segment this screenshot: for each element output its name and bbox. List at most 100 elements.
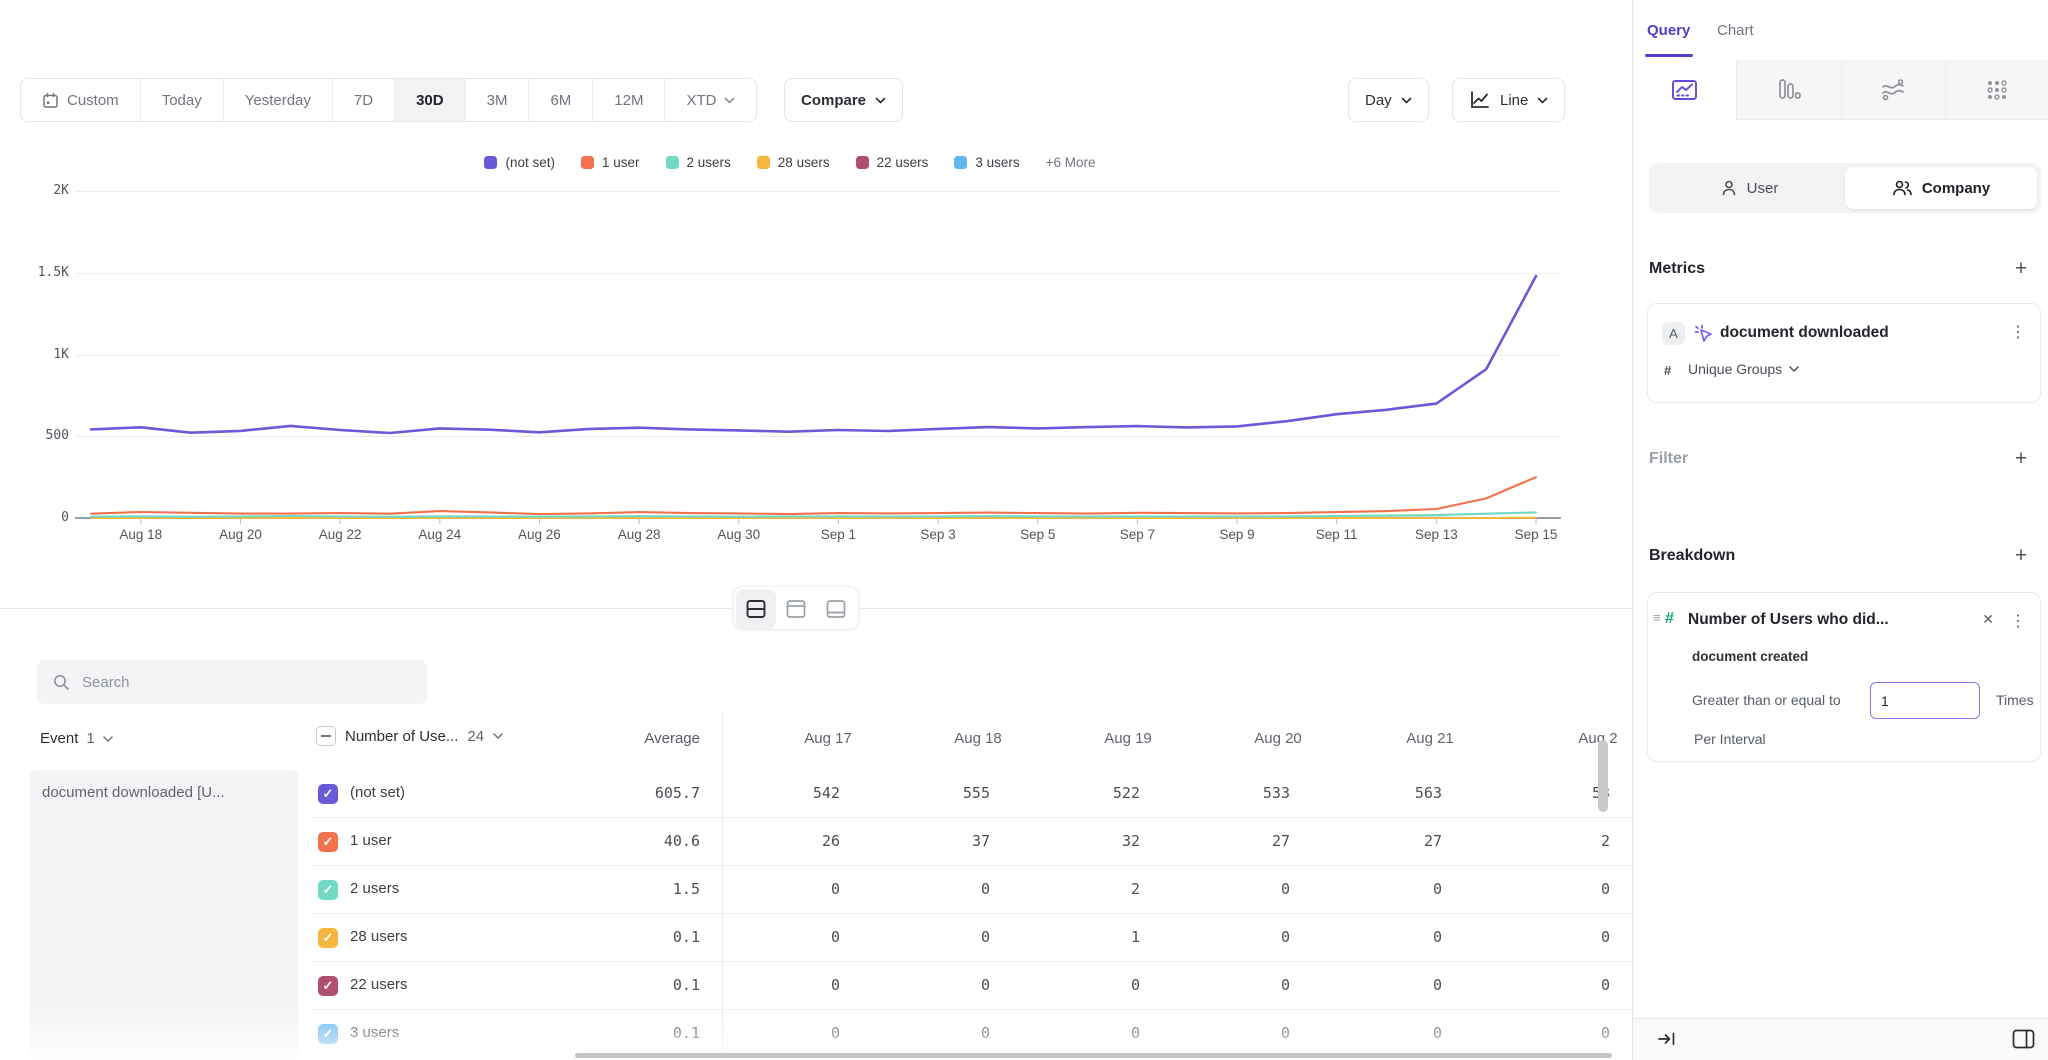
layout-table-only-button[interactable]: [816, 589, 856, 629]
side-panel-icon[interactable]: [2012, 1029, 2035, 1049]
date-column-header[interactable]: Aug 21: [1360, 730, 1500, 747]
chart-type-flow-button[interactable]: [1841, 60, 1945, 120]
date-column-header[interactable]: Aug 20: [1208, 730, 1348, 747]
search-icon: [53, 674, 70, 691]
chart-type-bar-button[interactable]: [1736, 60, 1840, 120]
table-row[interactable]: ✓(not set)605.754255552253356353: [310, 770, 1632, 818]
measure-prefix: #: [1664, 363, 1671, 378]
date-column-header[interactable]: Aug 17: [758, 730, 898, 747]
breakdown-event-name[interactable]: document created: [1692, 649, 1808, 664]
filter-heading: Filter: [1649, 450, 1688, 468]
remove-breakdown-button[interactable]: ✕: [1982, 611, 1994, 628]
metric-card[interactable]: A document downloaded ⋮ # Unique Groups: [1647, 303, 2041, 403]
layout-toggle-group: [733, 586, 859, 630]
group-count: 24: [467, 728, 484, 745]
average-column-header[interactable]: Average: [560, 730, 700, 747]
row-value: 0: [1170, 976, 1290, 994]
row-value: 27: [1322, 832, 1442, 850]
row-checkbox[interactable]: ✓: [318, 928, 338, 948]
add-filter-button[interactable]: +: [2010, 447, 2032, 471]
main-area: CustomTodayYesterday7D30D3M6M12MXTD Comp…: [0, 0, 1632, 1060]
select-all-checkbox[interactable]: [316, 726, 336, 746]
event-name: document downloaded [U...: [42, 784, 225, 801]
row-value: 0: [1170, 880, 1290, 898]
breakdown-heading: Breakdown: [1649, 547, 1735, 565]
row-value: 0: [870, 928, 990, 946]
row-value: 0: [1490, 1024, 1610, 1042]
table-row[interactable]: ✓2 users1.5002000: [310, 866, 1632, 914]
row-checkbox[interactable]: ✓: [318, 976, 338, 996]
row-checkbox[interactable]: ✓: [318, 880, 338, 900]
layout-chart-only-button[interactable]: [776, 589, 816, 629]
measure-dropdown[interactable]: Unique Groups: [1688, 361, 1799, 377]
event-count: 1: [86, 730, 94, 747]
group-column-header[interactable]: Number of Use... 24: [316, 726, 503, 746]
scope-user-button[interactable]: User: [1653, 167, 1845, 209]
row-value: 0: [1322, 880, 1442, 898]
table-row[interactable]: ✓3 users0.1000000: [310, 1010, 1632, 1058]
scope-company-label: Company: [1922, 180, 1990, 197]
table-row[interactable]: ✓22 users0.1000000: [310, 962, 1632, 1010]
breakdown-card[interactable]: ≡ # Number of Users who did... ✕ ⋮ docum…: [1647, 592, 2041, 762]
row-value: 0: [1322, 1024, 1442, 1042]
vertical-scrollbar[interactable]: [1598, 740, 1608, 812]
search-input[interactable]: [82, 674, 382, 691]
horizontal-scrollbar[interactable]: [575, 1053, 1612, 1058]
date-column-header[interactable]: Aug 2: [1528, 730, 1632, 747]
chart-type-grid-button[interactable]: [1945, 60, 2048, 120]
table-row[interactable]: ✓28 users0.1001000: [310, 914, 1632, 962]
row-value: 53: [1490, 784, 1610, 802]
metric-options-button[interactable]: ⋮: [2010, 322, 2026, 342]
row-checkbox[interactable]: ✓: [318, 1024, 338, 1044]
date-column-header[interactable]: Aug 19: [1058, 730, 1198, 747]
row-value: 0: [720, 976, 840, 994]
breakdown-condition[interactable]: Greater than or equal to: [1692, 692, 1841, 708]
row-label: 1 user: [350, 832, 392, 849]
row-value: 2: [1020, 880, 1140, 898]
breakdown-options-button[interactable]: ⋮: [2010, 611, 2026, 631]
tab-chart[interactable]: Chart: [1717, 22, 1754, 39]
flow-chart-icon: [1880, 77, 1906, 103]
chart-type-line-button[interactable]: [1633, 60, 1736, 120]
row-value: 32: [1020, 832, 1140, 850]
row-label: 28 users: [350, 928, 408, 945]
row-value: 522: [1020, 784, 1140, 802]
event-cell[interactable]: document downloaded [U...: [30, 770, 298, 1060]
add-metric-button[interactable]: +: [2010, 257, 2032, 281]
row-checkbox[interactable]: ✓: [318, 832, 338, 852]
metric-event-name[interactable]: document downloaded: [1720, 324, 1889, 342]
drag-handle-icon[interactable]: ≡: [1653, 613, 1661, 623]
row-value: 0: [1322, 928, 1442, 946]
tab-query[interactable]: Query: [1647, 22, 1690, 39]
row-label: 2 users: [350, 880, 399, 897]
breakdown-per-interval[interactable]: Per Interval: [1694, 731, 1766, 747]
series-line: [91, 477, 1536, 514]
row-value: 0: [1020, 1024, 1140, 1042]
date-column-header[interactable]: Aug 18: [908, 730, 1048, 747]
search-box[interactable]: [37, 660, 427, 704]
event-column-header[interactable]: Event 1: [40, 730, 113, 747]
collapse-panel-icon[interactable]: [1657, 1031, 1677, 1047]
row-value: 0: [870, 976, 990, 994]
query-panel: Query Chart: [1632, 0, 2048, 1060]
row-value: 27: [1170, 832, 1290, 850]
top-panel-icon: [785, 598, 807, 620]
table-row[interactable]: ✓1 user40.626373227272: [310, 818, 1632, 866]
metrics-heading: Metrics: [1649, 260, 1705, 278]
series-line: [91, 276, 1536, 433]
row-value: 0: [720, 880, 840, 898]
scope-company-button[interactable]: Company: [1845, 167, 2037, 209]
layout-split-button[interactable]: [736, 589, 776, 629]
breakdown-value-input[interactable]: [1870, 682, 1980, 719]
row-value: 0: [1170, 928, 1290, 946]
row-checkbox[interactable]: ✓: [318, 784, 338, 804]
add-breakdown-button[interactable]: +: [2010, 544, 2032, 568]
chevron-down-icon: [493, 733, 503, 739]
breakdown-title[interactable]: Number of Users who did...: [1688, 611, 1889, 629]
active-tab-underline: [1645, 54, 1693, 57]
autocapture-icon: [1693, 323, 1714, 344]
line-chart[interactable]: [0, 0, 1632, 608]
row-value: 0: [1490, 976, 1610, 994]
row-label: (not set): [350, 784, 405, 801]
row-value: 0: [1170, 1024, 1290, 1042]
